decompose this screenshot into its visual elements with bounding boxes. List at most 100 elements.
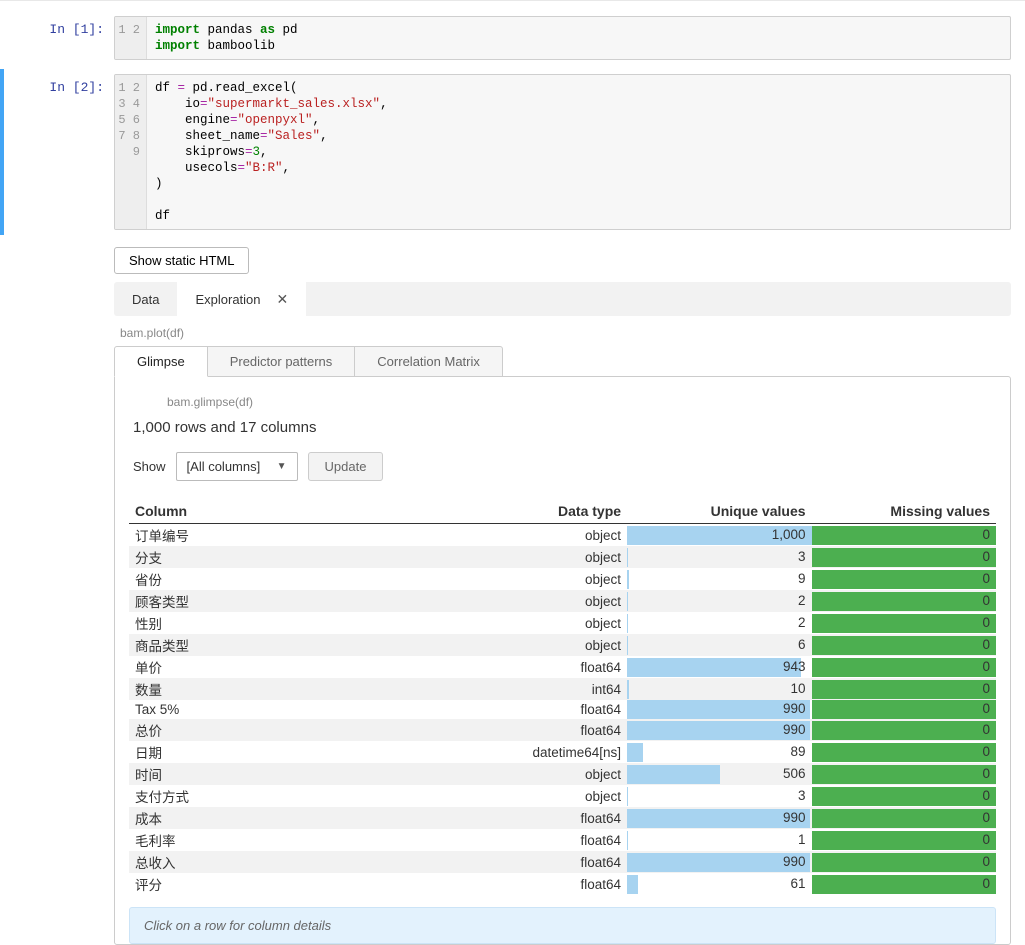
missing-bar: 0 xyxy=(812,765,996,784)
unique-bar: 2 xyxy=(627,614,811,633)
summary-text: 1,000 rows and 17 columns xyxy=(129,415,996,450)
show-columns-row: Show [All columns] ▼ Update xyxy=(129,450,996,499)
column-name: 数量 xyxy=(129,678,461,700)
table-row[interactable]: 总收入float649900 xyxy=(129,851,996,873)
missing-bar: 0 xyxy=(812,614,996,633)
table-row[interactable]: 成本float649900 xyxy=(129,807,996,829)
unique-bar: 61 xyxy=(627,875,811,894)
dtype-value: float64 xyxy=(461,854,627,871)
missing-bar: 0 xyxy=(812,787,996,806)
select-value: [All columns] xyxy=(187,459,261,474)
missing-bar: 0 xyxy=(812,831,996,850)
tab-exploration[interactable]: Exploration ✕ xyxy=(177,282,306,316)
dtype-value: int64 xyxy=(461,681,627,698)
missing-bar: 0 xyxy=(812,658,996,677)
header-unique: Unique values xyxy=(627,499,811,524)
code-text[interactable]: df = pd.read_excel( io="supermarkt_sales… xyxy=(147,75,1010,229)
table-row[interactable]: Tax 5%float649900 xyxy=(129,700,996,719)
missing-bar: 0 xyxy=(812,721,996,740)
columns-select[interactable]: [All columns] ▼ xyxy=(176,452,298,481)
column-name: 成本 xyxy=(129,807,461,829)
dtype-value: float64 xyxy=(461,701,627,718)
notebook: In [1]: 1 2 import pandas as pd import b… xyxy=(0,0,1025,945)
tab-data[interactable]: Data xyxy=(114,282,177,316)
unique-bar: 990 xyxy=(627,853,811,872)
prompt-label: In [1]: xyxy=(4,16,114,60)
table-row[interactable]: 省份object90 xyxy=(129,568,996,590)
dtype-value: object xyxy=(461,637,627,654)
column-name: 支付方式 xyxy=(129,785,461,807)
dtype-value: object xyxy=(461,615,627,632)
missing-bar: 0 xyxy=(812,680,996,699)
missing-bar: 0 xyxy=(812,526,996,545)
unique-bar: 506 xyxy=(627,765,811,784)
update-button[interactable]: Update xyxy=(308,452,384,481)
table-row[interactable]: 分支object30 xyxy=(129,546,996,568)
table-row[interactable]: 订单编号object1,0000 xyxy=(129,524,996,547)
tab-correlation[interactable]: Correlation Matrix xyxy=(354,346,503,377)
column-name: 毛利率 xyxy=(129,829,461,851)
unique-bar: 10 xyxy=(627,680,811,699)
column-name: 时间 xyxy=(129,763,461,785)
close-icon[interactable]: ✕ xyxy=(277,291,289,308)
missing-bar: 0 xyxy=(812,700,996,719)
code-input-area[interactable]: 1 2 import pandas as pd import bamboolib xyxy=(114,16,1011,60)
column-name: 分支 xyxy=(129,546,461,568)
missing-bar: 0 xyxy=(812,570,996,589)
dtype-value: float64 xyxy=(461,810,627,827)
code-cell-1[interactable]: In [1]: 1 2 import pandas as pd import b… xyxy=(0,11,1025,65)
unique-bar: 1,000 xyxy=(627,526,811,545)
dtype-value: object xyxy=(461,593,627,610)
missing-bar: 0 xyxy=(812,548,996,567)
prompt-label: In [2]: xyxy=(4,74,114,230)
unique-bar: 990 xyxy=(627,721,811,740)
code-cell-2[interactable]: In [2]: 1 2 3 4 5 6 7 8 9 df = pd.read_e… xyxy=(0,69,1025,235)
column-name: 顾客类型 xyxy=(129,590,461,612)
show-static-html-button[interactable]: Show static HTML xyxy=(114,247,249,274)
glimpse-panel: bam.glimpse(df) 1,000 rows and 17 column… xyxy=(114,376,1011,945)
table-row[interactable]: 总价float649900 xyxy=(129,719,996,741)
unique-bar: 89 xyxy=(627,743,811,762)
unique-bar: 990 xyxy=(627,700,811,719)
output-area: Show static HTML Data Exploration ✕ bam.… xyxy=(114,239,1011,945)
table-row[interactable]: 数量int64100 xyxy=(129,678,996,700)
bam-plot-text: bam.plot(df) xyxy=(114,316,1011,346)
line-gutter: 1 2 xyxy=(115,17,147,59)
unique-bar: 943 xyxy=(627,658,811,677)
missing-bar: 0 xyxy=(812,853,996,872)
tab-label: Exploration xyxy=(195,292,260,307)
tab-label: Data xyxy=(132,292,159,307)
missing-bar: 0 xyxy=(812,592,996,611)
unique-bar: 3 xyxy=(627,548,811,567)
dtype-value: float64 xyxy=(461,832,627,849)
table-row[interactable]: 日期datetime64[ns]890 xyxy=(129,741,996,763)
table-row[interactable]: 评分float64610 xyxy=(129,873,996,895)
show-label: Show xyxy=(133,459,166,474)
dtype-value: float64 xyxy=(461,722,627,739)
line-gutter: 1 2 3 4 5 6 7 8 9 xyxy=(115,75,147,229)
table-row[interactable]: 单价float649430 xyxy=(129,656,996,678)
table-row[interactable]: 性别object20 xyxy=(129,612,996,634)
header-column: Column xyxy=(129,499,461,524)
missing-bar: 0 xyxy=(812,636,996,655)
unique-bar: 3 xyxy=(627,787,811,806)
table-row[interactable]: 支付方式object30 xyxy=(129,785,996,807)
column-name: 单价 xyxy=(129,656,461,678)
tab-glimpse[interactable]: Glimpse xyxy=(114,346,208,377)
column-name: 日期 xyxy=(129,741,461,763)
table-row[interactable]: 时间object5060 xyxy=(129,763,996,785)
code-input-area[interactable]: 1 2 3 4 5 6 7 8 9 df = pd.read_excel( io… xyxy=(114,74,1011,230)
unique-bar: 1 xyxy=(627,831,811,850)
column-name: 总价 xyxy=(129,719,461,741)
main-tabs: Data Exploration ✕ xyxy=(114,282,1011,316)
table-row[interactable]: 毛利率float6410 xyxy=(129,829,996,851)
column-name: 总收入 xyxy=(129,851,461,873)
code-text[interactable]: import pandas as pd import bamboolib xyxy=(147,17,1010,59)
dtype-value: object xyxy=(461,549,627,566)
tab-predictor[interactable]: Predictor patterns xyxy=(207,346,356,377)
table-row[interactable]: 顾客类型object20 xyxy=(129,590,996,612)
chevron-down-icon: ▼ xyxy=(277,461,287,472)
missing-bar: 0 xyxy=(812,875,996,894)
dtype-value: object xyxy=(461,788,627,805)
table-row[interactable]: 商品类型object60 xyxy=(129,634,996,656)
